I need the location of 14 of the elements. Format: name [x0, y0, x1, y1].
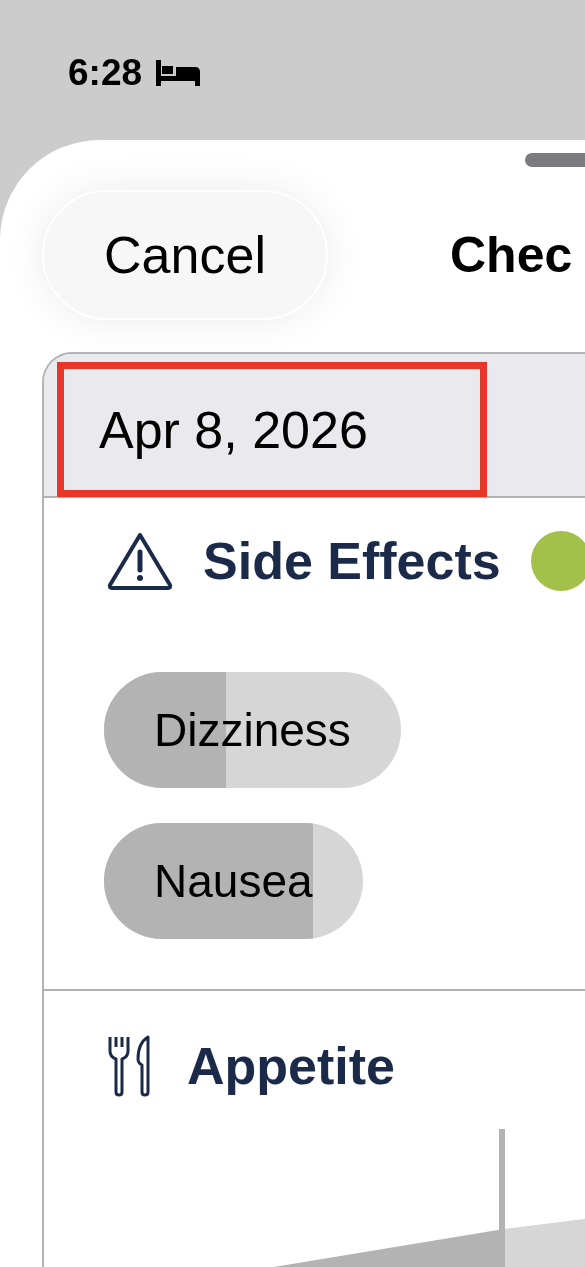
date-text: Apr 8, 2026: [99, 399, 368, 461]
symptom-chip[interactable]: Dizziness: [104, 672, 401, 788]
section-title: Side Effects: [203, 531, 501, 592]
chip-label: Nausea: [154, 853, 313, 909]
status-badge: [530, 531, 585, 591]
status-time: 6:28: [68, 52, 143, 94]
section-title: Appetite: [187, 1036, 395, 1097]
chip-label: Dizziness: [154, 702, 351, 758]
sheet-title: Chec: [450, 225, 573, 285]
cancel-button[interactable]: Cancel: [42, 190, 328, 320]
bed-icon: [154, 58, 203, 88]
warning-icon: [107, 532, 173, 590]
grabber-handle[interactable]: [525, 153, 585, 167]
symptom-chip[interactable]: Nausea: [104, 823, 363, 939]
